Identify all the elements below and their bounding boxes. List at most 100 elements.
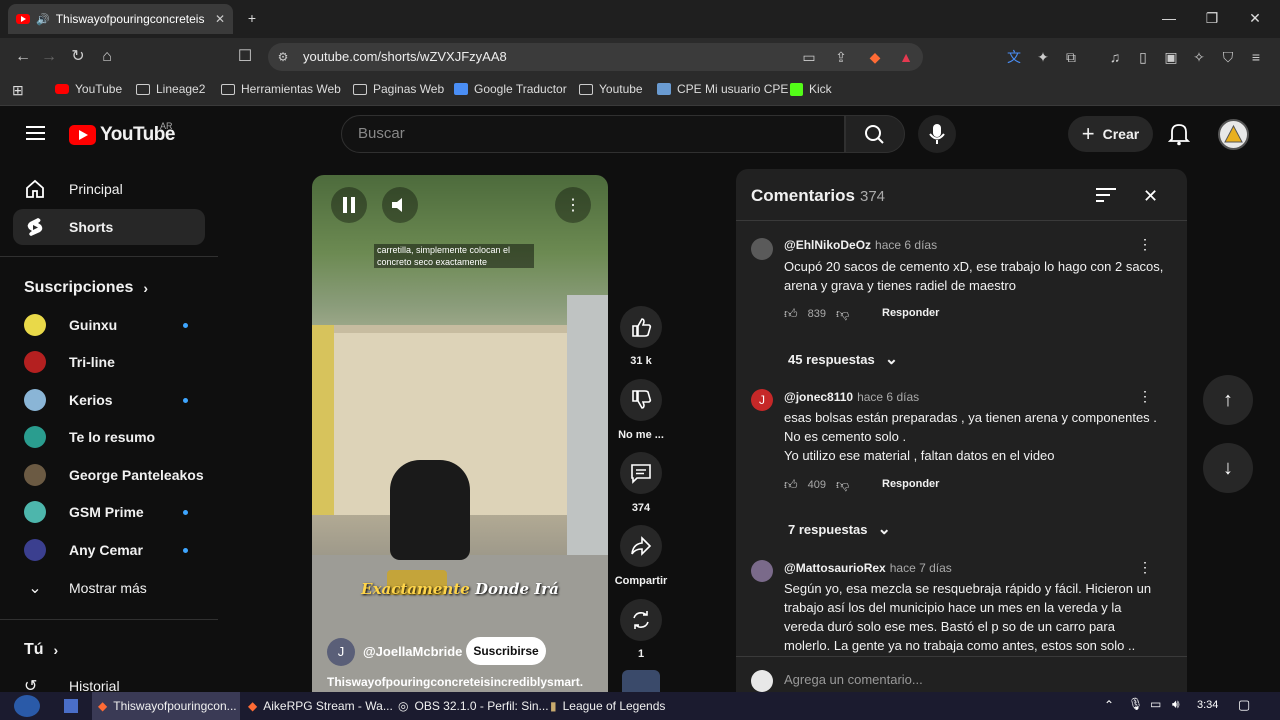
media-icon[interactable]: ♫ <box>1106 48 1124 66</box>
tray-network-icon[interactable]: ▭ <box>1150 697 1161 711</box>
tray-volume-icon[interactable]: 🔊︎ <box>1172 697 1180 712</box>
cast-icon[interactable]: ▭ <box>800 48 818 66</box>
subscriptions-header[interactable]: Suscripciones › <box>24 279 148 297</box>
bookmark-icon[interactable]: ☐ <box>234 46 256 68</box>
notifications-bell-icon[interactable] <box>1168 122 1190 146</box>
subscription-any-cemar[interactable]: Any Cemar <box>24 536 143 564</box>
thumbs-down-icon[interactable]: 👎︎ <box>836 306 849 322</box>
video-title[interactable]: Thiswayofpouringconcreteisincrediblysmar… <box>327 675 597 689</box>
more-options-button[interactable]: ⋮ <box>555 187 591 223</box>
tab-search-icon[interactable]: ⧉ <box>1062 48 1080 66</box>
bookmark-herramientas[interactable]: Herramientas Web <box>221 82 341 96</box>
tray-microphone-icon[interactable]: 🎙︎ <box>1128 697 1143 711</box>
home-button-icon[interactable]: ⌂ <box>96 46 118 68</box>
share-page-icon[interactable]: ⇪ <box>832 48 850 66</box>
restore-icon[interactable]: ❐ <box>1202 8 1222 28</box>
comment-menu-icon[interactable]: ⋮ <box>1138 559 1152 576</box>
back-icon[interactable]: ← <box>12 46 34 68</box>
volume-button[interactable] <box>382 187 418 223</box>
you-header[interactable]: Tú › <box>24 641 58 659</box>
bookmark-paginas[interactable]: Paginas Web <box>353 82 444 96</box>
reply-button[interactable]: Responder <box>882 307 939 319</box>
sidebar-item-shorts[interactable]: Shorts <box>13 209 205 245</box>
minimize-icon[interactable]: — <box>1159 8 1179 28</box>
bookmark-cpe[interactable]: CPE Mi usuario CPE <box>657 82 788 96</box>
close-window-icon[interactable]: ✕ <box>1245 8 1265 28</box>
dislike-button[interactable] <box>620 379 662 421</box>
menu-icon[interactable]: ≡ <box>1247 48 1265 66</box>
brave-rewards-icon[interactable]: ▲ <box>897 48 915 66</box>
comment-avatar[interactable] <box>751 560 773 582</box>
reload-icon[interactable]: ↻ <box>67 46 89 68</box>
show-replies-button[interactable]: 7 respuestas ⌄ <box>788 519 891 539</box>
bookmark-youtube-folder[interactable]: Youtube <box>579 82 643 96</box>
leo-ai-icon[interactable]: ✧ <box>1190 48 1208 66</box>
subscription-tri-line[interactable]: Tri-line <box>24 348 115 376</box>
extensions-icon[interactable]: ✦ <box>1034 48 1052 66</box>
subscription-te-lo-resumo[interactable]: Te lo resumo <box>24 423 155 451</box>
comment-menu-icon[interactable]: ⋮ <box>1138 236 1152 253</box>
new-tab-icon[interactable]: + <box>242 8 262 28</box>
taskbar-clock[interactable]: 3:34 <box>1197 699 1218 711</box>
search-input[interactable] <box>341 115 845 153</box>
bookmark-traductor[interactable]: Google Traductor <box>454 82 567 96</box>
site-info-icon[interactable]: ⚙ <box>272 46 294 68</box>
share-button[interactable] <box>620 525 662 567</box>
taskbar-item-obs[interactable]: ◎ OBS 32.1.0 - Perfil: Sin... <box>392 692 555 720</box>
comment-menu-icon[interactable]: ⋮ <box>1138 388 1152 405</box>
thumbs-up-icon[interactable]: 👍︎ <box>784 306 798 322</box>
channel-avatar[interactable]: J <box>327 638 355 666</box>
create-button[interactable]: + Crear <box>1068 116 1153 152</box>
apps-grid-icon[interactable]: ⊞ <box>12 82 24 99</box>
comment-author[interactable]: @MattosaurioRex hace 7 días <box>784 561 952 575</box>
remix-button[interactable] <box>620 599 662 641</box>
taskbar-item-league[interactable]: ▮ League of Legends <box>544 692 671 720</box>
taskbar-app-icon[interactable] <box>58 692 84 720</box>
close-tab-icon[interactable]: ✕ <box>215 12 225 26</box>
notification-center-icon[interactable]: ▢ <box>1238 697 1250 713</box>
previous-short-button[interactable]: ↑ <box>1203 375 1253 425</box>
show-replies-button[interactable]: 45 respuestas ⌄ <box>788 349 898 369</box>
thumbs-down-icon[interactable]: 👎︎ <box>836 477 849 493</box>
vpn-icon[interactable]: ⛉ <box>1219 48 1237 66</box>
close-comments-icon[interactable]: ✕ <box>1143 186 1158 207</box>
comment-author[interactable]: @EhlNikoDeOz hace 6 días <box>784 238 937 252</box>
search-button[interactable] <box>845 115 905 153</box>
thumbs-up-icon[interactable]: 👍︎ <box>784 477 798 493</box>
taskbar-item-youtube[interactable]: ◆ Thiswayofpouringcon... <box>92 692 240 720</box>
show-more-button[interactable]: ⌄ Mostrar más <box>24 574 147 602</box>
comment-avatar[interactable]: J <box>751 389 773 411</box>
comment-input[interactable]: Agrega un comentario... <box>784 672 923 687</box>
comments-button[interactable] <box>620 452 662 494</box>
bookmark-youtube[interactable]: YouTube <box>55 82 122 96</box>
hamburger-menu-icon[interactable] <box>26 124 46 142</box>
subscription-george-panteleakos[interactable]: George Panteleakos <box>24 461 204 489</box>
channel-name[interactable]: @JoellaMcbride <box>363 644 462 659</box>
wallet-icon[interactable]: ▣ <box>1162 48 1180 66</box>
reply-button[interactable]: Responder <box>882 478 939 490</box>
next-short-button[interactable]: ↓ <box>1203 443 1253 493</box>
start-button[interactable] <box>8 692 46 720</box>
bookmark-lineage2[interactable]: Lineage2 <box>136 82 205 96</box>
sidebar-toggle-icon[interactable]: ▯ <box>1134 48 1152 66</box>
voice-search-button[interactable] <box>918 115 956 153</box>
sidebar-item-principal[interactable]: Principal <box>13 171 205 207</box>
subscription-kerios[interactable]: Kerios <box>24 386 113 414</box>
subscription-gsm-prime[interactable]: GSM Prime <box>24 498 144 526</box>
bookmark-kick[interactable]: Kick <box>790 82 832 96</box>
subscribe-button[interactable]: Suscribirse <box>466 637 546 665</box>
comment-author[interactable]: @jonec8110 hace 6 días <box>784 390 919 404</box>
pause-button[interactable] <box>331 187 367 223</box>
user-avatar[interactable] <box>1218 119 1249 150</box>
audio-thumbnail[interactable] <box>622 670 660 694</box>
translate-icon[interactable]: 文 <box>1005 48 1023 66</box>
forward-icon[interactable]: → <box>38 46 60 68</box>
speaker-icon[interactable]: 🔊 <box>36 13 50 26</box>
comment-avatar[interactable] <box>751 238 773 260</box>
browser-tab[interactable]: 🔊 Thiswayofpouringconcreteis ✕ <box>8 4 233 34</box>
subscription-guinxu[interactable]: Guinxu <box>24 311 117 339</box>
sort-icon[interactable] <box>1096 187 1116 203</box>
taskbar-item-aikerpg[interactable]: ◆ AikeRPG Stream - Wa... <box>242 692 399 720</box>
tray-chevron-up-icon[interactable]: ⌃ <box>1104 698 1114 712</box>
url-text[interactable]: youtube.com/shorts/wZVXJFzyAA8 <box>303 49 507 64</box>
